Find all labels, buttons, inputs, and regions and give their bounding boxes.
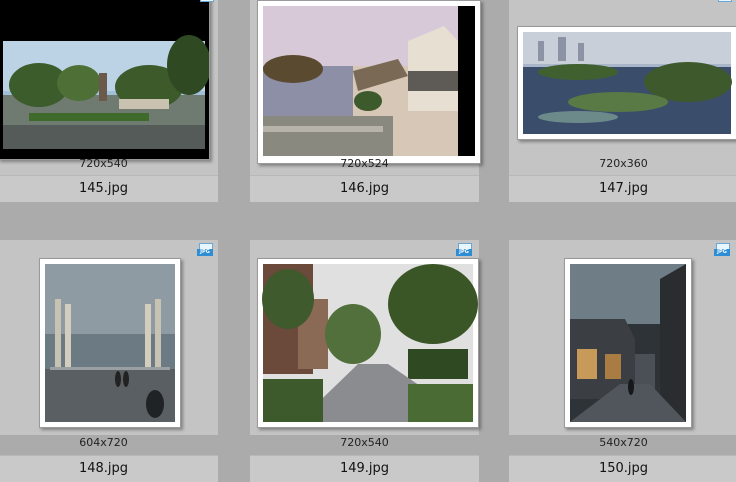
filename-area[interactable]: 150.jpg <box>509 455 736 482</box>
thumbnail-frame[interactable]: JPG 720x540 <box>250 240 479 449</box>
thumbnail-image[interactable] <box>517 26 736 140</box>
thumbnail-frame[interactable]: JPG 540x720 <box>509 240 736 449</box>
filename-area[interactable]: 145.jpg <box>0 175 218 202</box>
image-evening-alley <box>565 259 691 427</box>
image-dimensions: 720x360 <box>599 157 648 170</box>
jpg-file-icon: JPG <box>197 243 213 257</box>
thumbnail-item[interactable]: JPG 604x720 148.jpg <box>0 240 218 482</box>
thumbnail-frame[interactable]: 720x360 <box>509 0 736 175</box>
image-dimensions: 604x720 <box>79 436 128 449</box>
thumbnail-image[interactable] <box>0 0 210 160</box>
filename-area[interactable]: 148.jpg <box>0 455 218 482</box>
filename-label[interactable]: 149.jpg <box>250 461 479 476</box>
thumbnail-item[interactable]: 720x360 147.jpg <box>509 0 736 217</box>
jpg-file-icon <box>198 0 214 4</box>
image-dimensions: 720x540 <box>79 157 128 170</box>
image-dimensions: 720x540 <box>340 436 389 449</box>
thumbnail-frame[interactable]: 720x540 <box>0 0 218 175</box>
filename-area[interactable]: 149.jpg <box>250 455 479 482</box>
image-lake-wetland <box>518 27 736 139</box>
filename-label[interactable]: 147.jpg <box>509 181 736 196</box>
image-rainy-bridge <box>40 259 180 427</box>
jpg-file-icon: JPG <box>714 243 730 257</box>
image-dimensions: 720x524 <box>340 157 389 170</box>
image-dimensions: 540x720 <box>599 436 648 449</box>
filename-area[interactable]: 146.jpg <box>250 175 479 202</box>
thumbnail-image[interactable] <box>564 258 692 428</box>
image-village-street <box>258 259 478 427</box>
filename-area[interactable]: 147.jpg <box>509 175 736 202</box>
thumbnail-image[interactable] <box>257 0 481 164</box>
thumbnail-image[interactable] <box>39 258 181 428</box>
image-waterfront-building <box>258 1 480 163</box>
thumbnail-frame[interactable]: JPG 604x720 <box>0 240 218 449</box>
thumbnail-image[interactable] <box>257 258 479 428</box>
thumbnail-frame[interactable]: 720x524 <box>250 0 481 175</box>
thumbnail-item[interactable]: 720x524 146.jpg <box>250 0 481 217</box>
thumbnail-item[interactable]: 720x540 145.jpg <box>0 0 218 217</box>
jpg-file-icon: JPG <box>456 243 472 257</box>
filename-label[interactable]: 150.jpg <box>509 461 736 476</box>
filename-label[interactable]: 145.jpg <box>0 181 218 196</box>
jpg-file-icon <box>716 0 732 4</box>
filename-label[interactable]: 148.jpg <box>0 461 218 476</box>
thumbnail-item[interactable]: JPG 720x540 149.jpg <box>250 240 479 482</box>
image-garden-entrance <box>0 0 209 159</box>
thumbnail-item[interactable]: JPG 540x720 150.jpg <box>509 240 736 482</box>
filename-label[interactable]: 146.jpg <box>250 181 479 196</box>
